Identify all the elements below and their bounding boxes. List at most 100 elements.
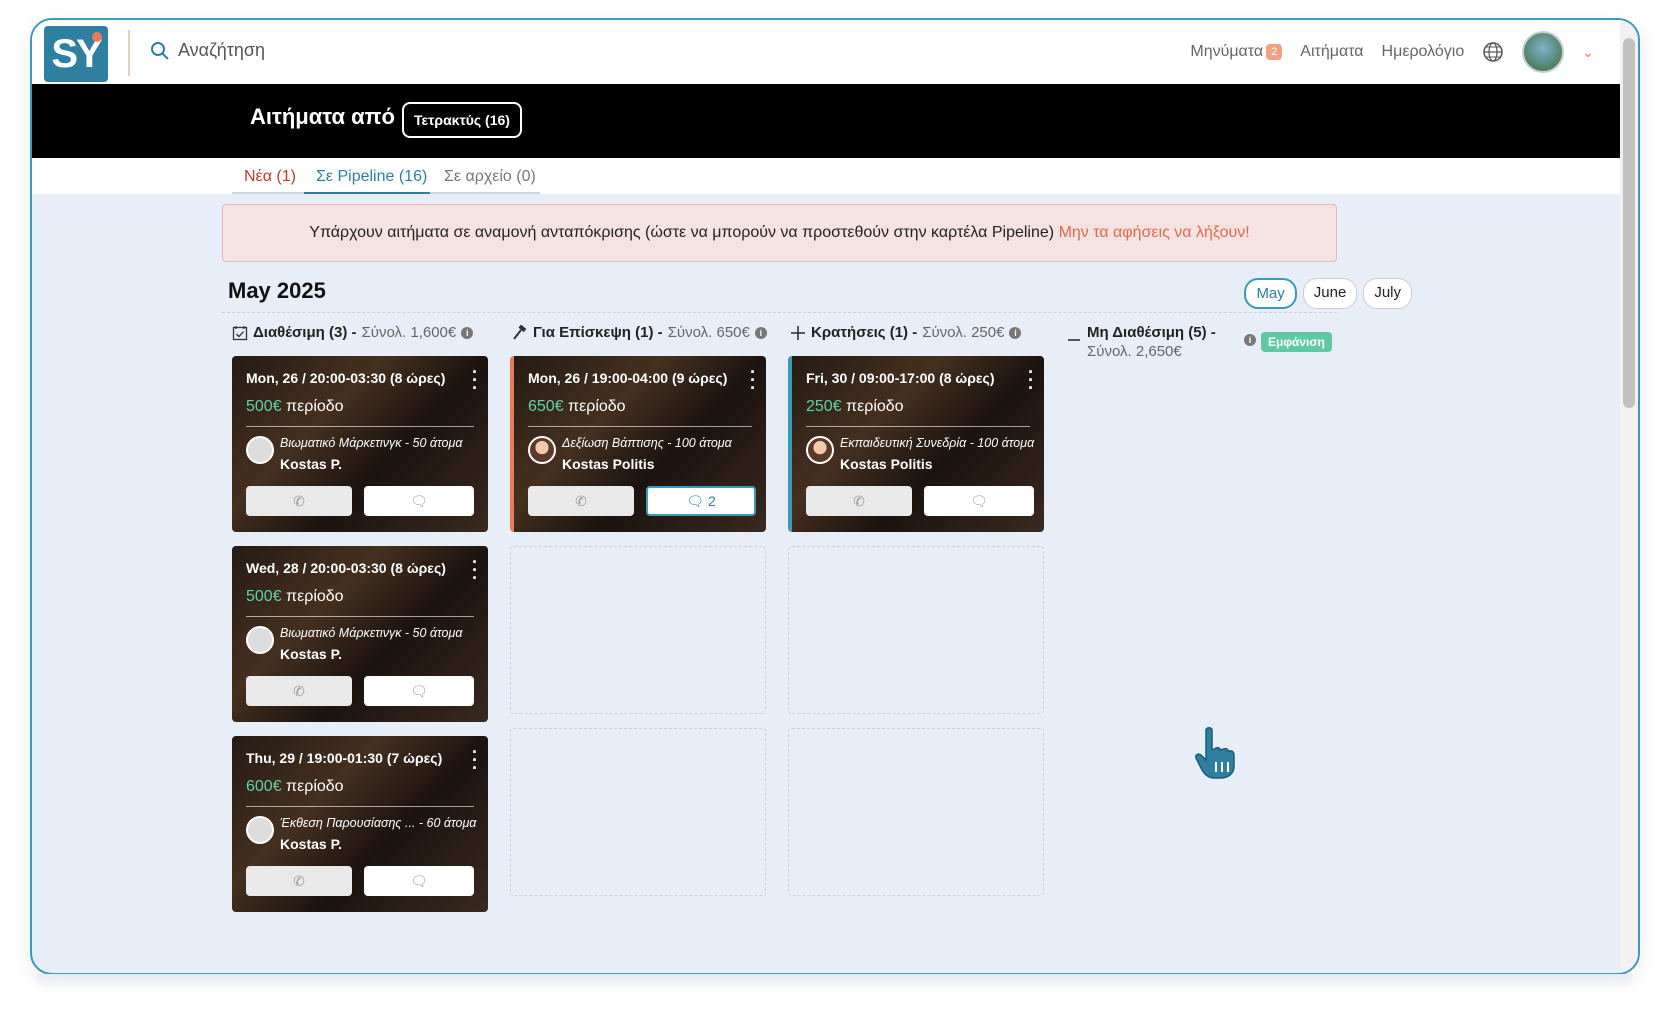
more-vertical-icon[interactable]: · · ·	[750, 363, 756, 397]
card-date: Mon, 26 / 19:00-04:00 (9 ώρες)	[528, 370, 728, 386]
page-header-bar: Αιτήματα από Τετρακτύς (16)	[32, 84, 1624, 158]
column-title: Κρατήσεις (1) -	[811, 324, 918, 341]
hammer-icon	[513, 324, 527, 340]
more-vertical-icon[interactable]: · · ·	[1028, 363, 1034, 397]
more-vertical-icon[interactable]: · · ·	[472, 743, 478, 777]
nav-messages-label: Μηνύματα	[1190, 43, 1264, 60]
phone-icon: ✆	[853, 492, 865, 509]
card-person: Kostas Politis	[562, 456, 655, 472]
phone-icon: ✆	[293, 872, 305, 889]
message-button[interactable]: 🗨	[924, 486, 1034, 516]
message-button[interactable]: 🗨	[364, 866, 474, 896]
tab-new[interactable]: Νέα (1)	[232, 168, 304, 194]
chat-icon: 🗨	[686, 492, 705, 509]
request-card[interactable]: Fri, 30 / 09:00-17:00 (8 ώρες) · · · 250€ …	[788, 356, 1044, 532]
chat-icon: 🗨	[410, 682, 428, 699]
column-sum: Σύνολ. 1,600€	[361, 324, 457, 341]
chevron-down-icon[interactable]: ⌄	[1582, 44, 1594, 61]
message-button[interactable]: 🗨	[364, 486, 474, 516]
source-chip[interactable]: Τετρακτύς (16)	[402, 102, 522, 138]
tab-bar: Νέα (1) Σε Pipeline (16) Σε αρχείο (0)	[32, 158, 1624, 194]
info-icon[interactable]: i	[754, 326, 767, 339]
alert-warning: Μην τα αφήσεις να λήξουν!	[1058, 224, 1250, 241]
nav-calendar[interactable]: Ημερολόγιο	[1382, 43, 1465, 61]
card-period: περίοδο	[286, 398, 344, 415]
phone-icon: ✆	[575, 492, 587, 509]
call-button[interactable]: ✆	[246, 486, 352, 516]
card-divider	[246, 806, 474, 807]
month-button-may[interactable]: May	[1244, 278, 1297, 309]
tab-archive[interactable]: Σε αρχείο (0)	[430, 168, 540, 194]
nav-messages[interactable]: Μηνύματα 2	[1190, 43, 1283, 61]
column-title: Για Επίσκεψη (1) -	[533, 324, 663, 341]
column-sum: Σύνολ. 250€	[922, 324, 1005, 341]
user-avatar[interactable]	[1522, 31, 1565, 73]
card-person: Kostas P.	[280, 836, 342, 852]
column-title: Διαθέσιμη (3) -	[253, 324, 357, 341]
column-sum: Σύνολ. 650€	[667, 324, 750, 341]
card-date: Mon, 26 / 20:00-03:30 (8 ώρες)	[246, 370, 446, 386]
message-button[interactable]: 🗨 2	[646, 486, 756, 516]
tab-pipeline[interactable]: Σε Pipeline (16)	[304, 168, 430, 194]
column-header-booked: Κρατήσεις (1) - Σύνολ. 250€ i	[790, 324, 1022, 341]
card-event: Βιωματικό Μάρκετινγκ - 50 άτομα	[280, 626, 463, 640]
card-price: 600€ περίοδο	[246, 778, 344, 796]
card-period: περίοδο	[286, 588, 344, 605]
globe-icon[interactable]	[1482, 41, 1504, 63]
card-person: Kostas P.	[280, 646, 342, 662]
request-card[interactable]: Mon, 26 / 20:00-03:30 (8 ώρες) · · · 500€ …	[232, 356, 488, 532]
column-header-unavailable: Μη Διαθέσιμη (5) - Σύνολ. 2,650€ i Εμφάν…	[1066, 324, 1332, 360]
request-card[interactable]: Wed, 28 / 20:00-03:30 (8 ώρες) · · · 500€ …	[232, 546, 488, 722]
column-header-text: Μη Διαθέσιμη (5) - Σύνολ. 2,650€	[1087, 324, 1239, 360]
nav-requests[interactable]: Αιτήματα	[1300, 43, 1363, 61]
column-sum: Σύνολ. 2,650€	[1087, 343, 1182, 360]
person-avatar	[246, 626, 274, 654]
card-amount: 500€	[246, 588, 282, 605]
call-button[interactable]: ✆	[806, 486, 912, 516]
month-button-july[interactable]: July	[1363, 278, 1412, 309]
card-date: Wed, 28 / 20:00-03:30 (8 ώρες)	[246, 560, 446, 576]
call-button[interactable]: ✆	[246, 676, 352, 706]
logo-dot	[92, 32, 102, 42]
card-price: 250€ περίοδο	[806, 398, 904, 416]
phone-icon: ✆	[293, 492, 305, 509]
month-button-june[interactable]: June	[1302, 278, 1358, 309]
top-navbar: SY Αναζήτηση Μηνύματα 2 Αιτήματα Ημερολόγ…	[32, 20, 1624, 88]
card-period: περίοδο	[568, 398, 626, 415]
call-button[interactable]: ✆	[246, 866, 352, 896]
info-icon[interactable]: i	[1009, 326, 1022, 339]
calendar-check-icon	[232, 325, 248, 340]
more-vertical-icon[interactable]: · · ·	[472, 553, 478, 587]
chat-icon: 🗨	[410, 492, 428, 509]
request-card[interactable]: Thu, 29 / 19:00-01:30 (7 ώρες) · · · 600€ …	[232, 736, 488, 912]
person-avatar	[246, 436, 274, 464]
column-title: Μη Διαθέσιμη (5) -	[1087, 324, 1216, 341]
empty-slot	[510, 728, 766, 896]
card-event: Εκπαιδευτική Συνεδρία - 100 άτομα	[840, 436, 1035, 450]
card-person: Kostas P.	[280, 456, 342, 472]
card-divider	[246, 616, 474, 617]
card-date: Thu, 29 / 19:00-01:30 (7 ώρες)	[246, 750, 443, 766]
plus-icon	[791, 325, 805, 340]
card-event: Έκθεση Παρουσίασης ... - 60 άτομα	[280, 816, 477, 830]
card-divider	[806, 426, 1030, 427]
pending-alert: Υπάρχουν αιτήματα σε αναμονή ανταπόκριση…	[222, 204, 1337, 262]
info-icon[interactable]: i	[461, 326, 474, 339]
scrollbar-thumb[interactable]	[1623, 38, 1635, 408]
call-button[interactable]: ✆	[528, 486, 634, 516]
info-icon[interactable]: i	[1244, 334, 1256, 346]
search-box[interactable]: Αναζήτηση	[150, 40, 265, 61]
month-switcher: May June July	[1244, 278, 1412, 309]
card-period: περίοδο	[286, 778, 344, 795]
month-title: May 2025	[228, 278, 326, 303]
app-logo[interactable]: SY	[44, 26, 108, 82]
navbar-divider	[128, 30, 130, 76]
message-button[interactable]: 🗨	[364, 676, 474, 706]
vertical-scrollbar[interactable]	[1620, 20, 1638, 973]
more-vertical-icon[interactable]: · · ·	[472, 363, 478, 397]
search-input[interactable]: Αναζήτηση	[178, 40, 265, 61]
card-price: 500€ περίοδο	[246, 588, 344, 606]
top-nav-links: Μηνύματα 2 Αιτήματα Ημερολόγιο ⌄	[1190, 20, 1594, 84]
request-card[interactable]: Mon, 26 / 19:00-04:00 (9 ώρες) · · · 650€ …	[510, 356, 766, 532]
show-unavailable-button[interactable]: Εμφάνιση	[1261, 332, 1332, 352]
